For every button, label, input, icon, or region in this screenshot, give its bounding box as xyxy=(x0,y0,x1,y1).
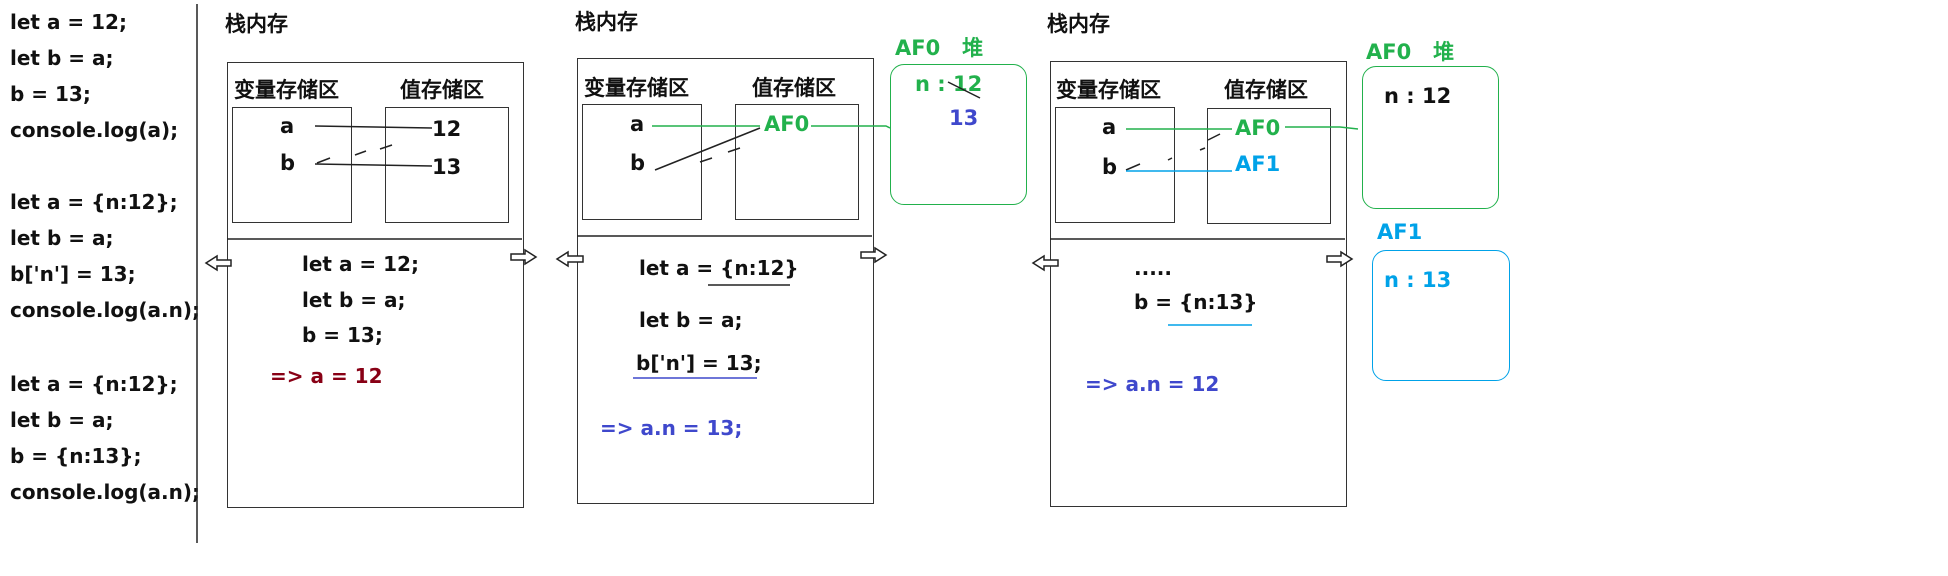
stack-arrow-right xyxy=(1326,250,1354,268)
stack-arrow-right xyxy=(860,246,888,264)
value-strike xyxy=(947,81,981,99)
strike-mark xyxy=(1167,157,1173,161)
strike-mark xyxy=(1125,163,1141,171)
connector-b xyxy=(654,127,761,171)
strike-mark xyxy=(354,150,367,156)
stack-arrow-left xyxy=(1031,254,1059,272)
connector-b xyxy=(314,163,433,167)
stack-arrow-left xyxy=(204,254,232,272)
connector-overlay xyxy=(196,4,1359,543)
stack-arrow-right xyxy=(510,248,538,266)
connector-a xyxy=(314,125,433,129)
stack-arrow-left xyxy=(555,250,584,268)
connector-heap xyxy=(1285,126,1359,130)
strike-mark xyxy=(1199,147,1206,151)
strike-mark xyxy=(379,144,393,150)
connector-heap xyxy=(811,125,891,129)
strike-mark xyxy=(1207,133,1221,141)
strike-mark xyxy=(727,147,741,153)
strike-mark xyxy=(699,157,713,163)
strike-mark xyxy=(316,157,331,164)
